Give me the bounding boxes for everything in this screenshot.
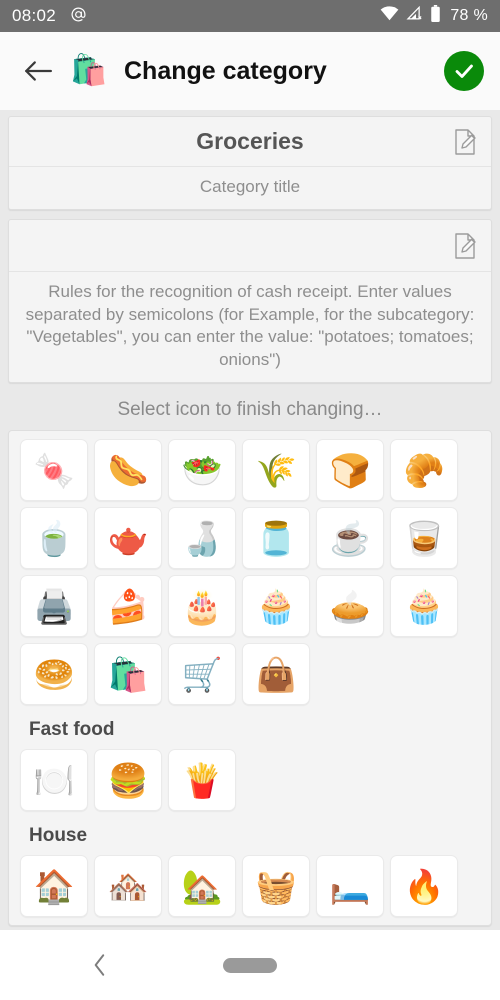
espresso-cup-icon[interactable]: 🥃	[390, 507, 458, 570]
status-bar-time: 08:02	[12, 6, 57, 25]
status-bar-icons: 78 %	[380, 5, 488, 27]
fries-icon[interactable]: 🍟	[168, 749, 236, 812]
icon-grid: 🍬 🌭 🥗 🌾 🍞 🥐 🍵 🫖 🍶 🫙 ☕ 🥃 🖨️ 🍰 🎂 🧁 🥧 🧁 🥯 🛍️ 🛒 👜	[15, 439, 485, 706]
cupcake-icon[interactable]: 🧁	[390, 575, 458, 638]
house-icon[interactable]: 🏠	[20, 855, 88, 918]
coffee-saucer-icon[interactable]: ☕	[316, 507, 384, 570]
plate-cutlery-icon[interactable]: 🍽️	[20, 749, 88, 812]
cellular-no-signal-icon	[406, 5, 423, 26]
category-title-card: Groceries Category title	[8, 116, 492, 211]
tea-cup-icon[interactable]: 🍵	[20, 507, 88, 570]
status-bar: 08:02 78 %	[0, 0, 500, 32]
category-emoji-icon: 🛍️	[70, 54, 108, 87]
icon-grid: 🏠 🏘️ 🏡 🧺 🛏️ 🔥	[15, 855, 485, 918]
teal-shopping-bag-icon[interactable]: 🛒	[168, 643, 236, 706]
coffee-machine-icon[interactable]: 🖨️	[20, 575, 88, 638]
cake-slice-icon[interactable]: 🍰	[94, 575, 162, 638]
salad-bowl-icon[interactable]: 🥗	[168, 439, 236, 502]
category-title-field[interactable]: Groceries	[9, 117, 491, 167]
home-pill-icon[interactable]	[223, 957, 277, 973]
category-title-hint: Category title	[199, 177, 301, 196]
icon-picker-card: 🍬 🌭 🥗 🌾 🍞 🥐 🍵 🫖 🍶 🫙 ☕ 🥃 🖨️ 🍰 🎂 🧁 🥧 🧁 🥯 🛍️ 🛒 👜 Fast food 🍽️ 🍔 🍟 Hou…	[8, 430, 492, 927]
edit-icon[interactable]	[453, 232, 479, 260]
battery-icon	[430, 5, 441, 27]
app-bar: 🛍️ Change category	[0, 32, 500, 110]
select-icon-hint: Select icon to finish changing…	[117, 399, 383, 421]
icon-group-title: House	[29, 825, 88, 847]
bagel-icon[interactable]: 🥯	[20, 643, 88, 706]
bed-icon[interactable]: 🛏️	[316, 855, 384, 918]
nav-back-icon[interactable]	[80, 945, 120, 985]
birthday-cake-icon[interactable]: 🧁	[242, 575, 310, 638]
rules-hint: Rules for the recognition of cash receip…	[25, 282, 475, 369]
wifi-icon	[380, 6, 399, 26]
water-tap-house-icon[interactable]: 🏡	[168, 855, 236, 918]
rules-field[interactable]	[9, 220, 491, 273]
at-icon	[70, 6, 87, 26]
stove-fire-icon[interactable]: 🔥	[390, 855, 458, 918]
buns-icon[interactable]: 🥐	[390, 439, 458, 502]
tiered-cake-icon[interactable]: 🎂	[168, 575, 236, 638]
snowy-house-icon[interactable]: 🏘️	[94, 855, 162, 918]
icon-grid: 🍽️ 🍔 🍟	[15, 749, 485, 812]
burger-drink-icon[interactable]: 🍔	[94, 749, 162, 812]
icon-groups: 🍬 🌭 🥗 🌾 🍞 🥐 🍵 🫖 🍶 🫙 ☕ 🥃 🖨️ 🍰 🎂 🧁 🥧 🧁 🥯 🛍️ 🛒 👜 Fast food 🍽️ 🍔 🍟 Hou…	[15, 439, 485, 918]
food-basket-icon[interactable]: 🧺	[242, 855, 310, 918]
edit-icon[interactable]	[453, 128, 479, 156]
sausage-icon[interactable]: 🌭	[94, 439, 162, 502]
green-tea-cup-icon[interactable]: 🍶	[168, 507, 236, 570]
system-nav-bar	[0, 930, 500, 1000]
yellow-shopping-bag-icon[interactable]: 👜	[242, 643, 310, 706]
moka-pot-icon[interactable]: 🫙	[242, 507, 310, 570]
scroll-body[interactable]: Groceries Category title Rules for the r…	[0, 110, 500, 930]
wheat-bread-icon[interactable]: 🌾	[242, 439, 310, 502]
app-root: 08:02 78 % 🛍️ Change category Groceries …	[0, 0, 500, 1000]
rules-card: Rules for the recognition of cash receip…	[8, 219, 492, 384]
fruit-tart-icon[interactable]: 🥧	[316, 575, 384, 638]
sliced-bread-icon[interactable]: 🍞	[316, 439, 384, 502]
page-title: Change category	[124, 56, 327, 85]
category-title-value: Groceries	[196, 128, 304, 154]
icon-group-title: Fast food	[29, 719, 115, 741]
confirm-button[interactable]	[444, 51, 484, 91]
candy-icon[interactable]: 🍬	[20, 439, 88, 502]
battery-percent-label: 78 %	[450, 7, 488, 24]
tea-glass-icon[interactable]: 🫖	[94, 507, 162, 570]
black-shopping-bag-icon[interactable]: 🛍️	[94, 643, 162, 706]
back-arrow-icon[interactable]	[16, 49, 60, 93]
